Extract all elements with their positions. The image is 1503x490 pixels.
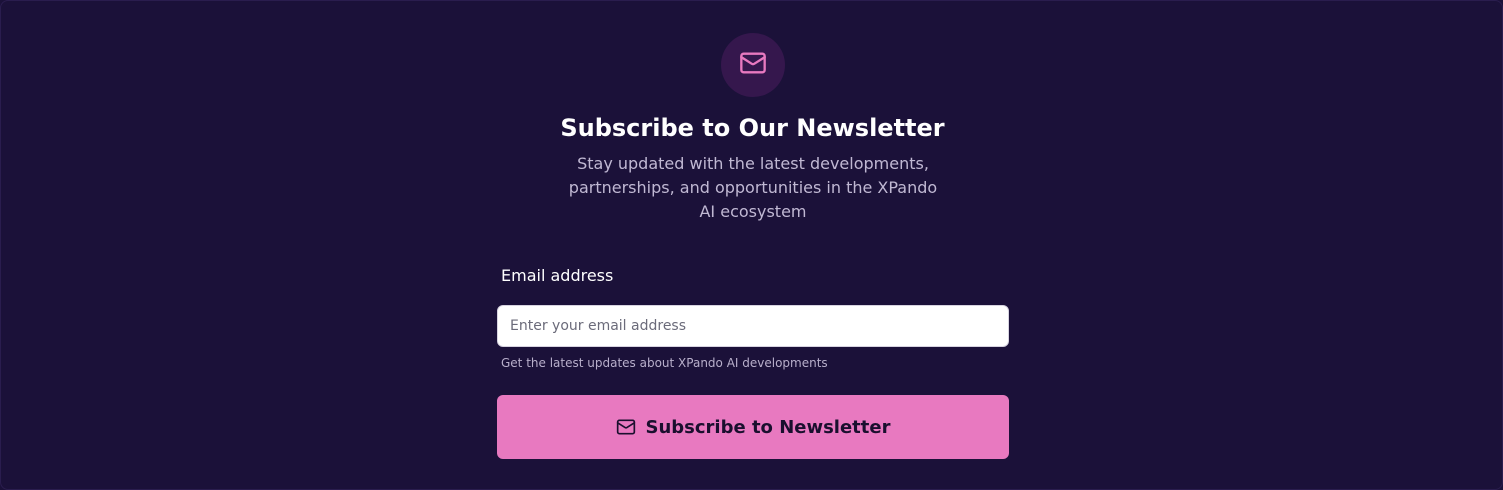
email-field[interactable]	[497, 305, 1009, 347]
subscribe-button-label: Subscribe to Newsletter	[645, 416, 891, 438]
email-helper-text: Get the latest updates about XPando AI d…	[501, 356, 828, 370]
page-title: Subscribe to Our Newsletter	[560, 114, 945, 142]
email-label: Email address	[501, 266, 614, 285]
newsletter-card: Subscribe to Our Newsletter Stay updated…	[0, 0, 1503, 490]
page-subtitle: Stay updated with the latest development…	[568, 154, 938, 221]
mail-icon	[616, 417, 636, 437]
mail-icon	[739, 49, 767, 81]
mail-icon-badge	[721, 33, 785, 97]
subscribe-button[interactable]: Subscribe to Newsletter	[497, 395, 1009, 459]
